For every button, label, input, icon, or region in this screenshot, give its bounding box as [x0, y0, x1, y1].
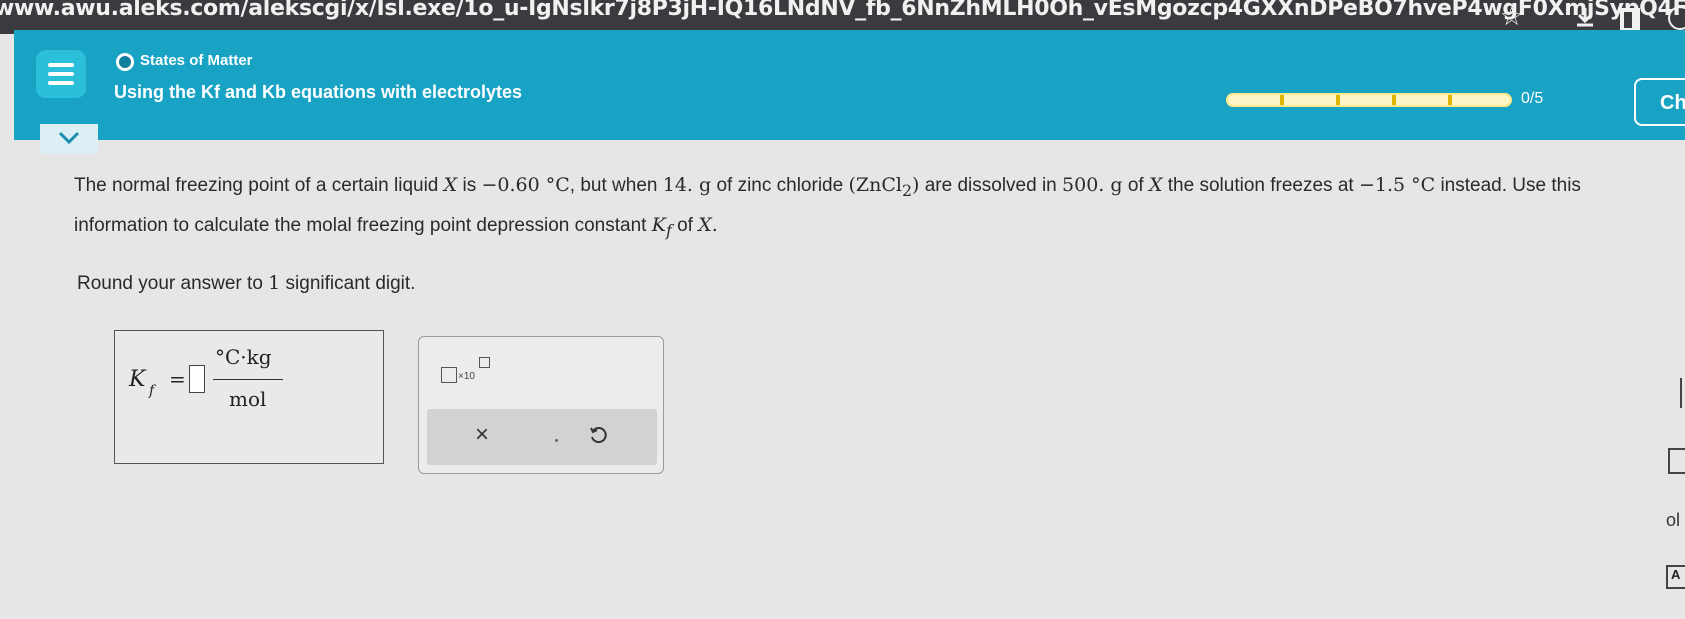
question-fragment: the solution freezes at: [1167, 175, 1354, 196]
side-tool-icon[interactable]: [1668, 448, 1685, 474]
bookmark-star-icon[interactable]: ☆: [1500, 2, 1523, 32]
collapse-header-button[interactable]: [40, 124, 98, 154]
main-menu-button[interactable]: [36, 50, 86, 98]
chevron-down-icon: [58, 131, 80, 145]
question-fragment: , but when: [569, 175, 658, 196]
question-fragment: of zinc chloride: [716, 175, 844, 196]
unit-denominator: mol: [229, 387, 267, 411]
undo-button[interactable]: [589, 425, 609, 450]
exponent-box-icon: [479, 357, 490, 368]
side-tool-icon[interactable]: A: [1666, 565, 1685, 589]
undo-icon: [590, 427, 607, 444]
variable-x: X: [443, 174, 458, 196]
kf-subscript: f: [665, 220, 672, 240]
formula-text: ): [912, 174, 920, 196]
kf-letter: K: [651, 213, 666, 236]
rounding-text: significant digit.: [285, 273, 416, 294]
question-text: The normal freezing point of a certain l…: [74, 168, 1634, 248]
question-fragment: is: [462, 175, 477, 196]
app-header: States of Matter Using the Kf and Kb equ…: [14, 30, 1685, 140]
question-fragment: are dissolved in: [924, 175, 1057, 196]
sig-digit-count: 1: [268, 272, 281, 294]
question-fragment: of: [677, 214, 693, 236]
clear-button[interactable]: ×: [475, 421, 489, 449]
solution-freezing-point: −1.5 °C: [1358, 174, 1436, 196]
topic-title: States of Matter: [140, 52, 253, 69]
scientific-notation-button[interactable]: ×10: [441, 357, 501, 385]
progress-separator: [1448, 95, 1452, 105]
formula-text: (ZnCl: [848, 174, 902, 196]
kf-symbol: Kf: [651, 213, 672, 240]
formula-subscript: 2: [901, 180, 913, 200]
lesson-title: Using the Kf and Kb equations with elect…: [114, 82, 523, 102]
solute-formula: (ZnCl2): [848, 174, 920, 200]
fraction-bar: [213, 379, 283, 380]
browser-menu-icon[interactable]: [1668, 6, 1685, 30]
browser-url-bar[interactable]: www.awu.aleks.com/alekscgi/x/Isl.exe/1o_…: [0, 0, 1685, 34]
question-fragment: The normal freezing point of a certain l…: [74, 175, 439, 196]
progress-separator: [1280, 95, 1284, 105]
question-fragment: of: [1127, 175, 1144, 196]
variable-x: X: [1148, 174, 1163, 196]
solvent-mass: 500. g: [1062, 174, 1123, 196]
freezing-point-value: −0.60 °C: [481, 174, 570, 196]
topic-status-icon: [116, 53, 134, 71]
answer-input[interactable]: [189, 365, 205, 393]
answer-kf-label: K: [129, 367, 146, 392]
progress-separator: [1336, 95, 1340, 105]
mantissa-box-icon: [441, 367, 457, 383]
side-tool-icon[interactable]: [1680, 378, 1685, 408]
math-tool-panel: ×10 ×: [418, 336, 664, 474]
side-tool-label[interactable]: ol: [1666, 510, 1680, 531]
progress-separator: [1392, 95, 1396, 105]
progress-count: 0/5: [1521, 90, 1544, 107]
extension-icon[interactable]: [1620, 8, 1640, 32]
url-text[interactable]: www.awu.aleks.com/alekscgi/x/Isl.exe/1o_…: [0, 0, 1685, 21]
progress-bar: [1226, 93, 1512, 107]
x10-label: ×10: [458, 371, 475, 382]
variable-x: X.: [698, 213, 718, 236]
equals-sign: =: [169, 367, 186, 391]
answer-kf-subscript: f: [149, 383, 155, 399]
header-right-button[interactable]: Chri: [1634, 78, 1685, 126]
separator-dot: [555, 439, 558, 442]
tool-actions-bar: ×: [427, 409, 657, 465]
rounding-text: Round your answer to: [77, 273, 263, 294]
answer-box: K f = °C·kg mol: [114, 330, 384, 464]
rounding-instruction: Round your answer to 1 significant digit…: [77, 272, 415, 295]
unit-numerator: °C·kg: [215, 345, 272, 369]
solute-mass: 14. g: [662, 174, 712, 196]
